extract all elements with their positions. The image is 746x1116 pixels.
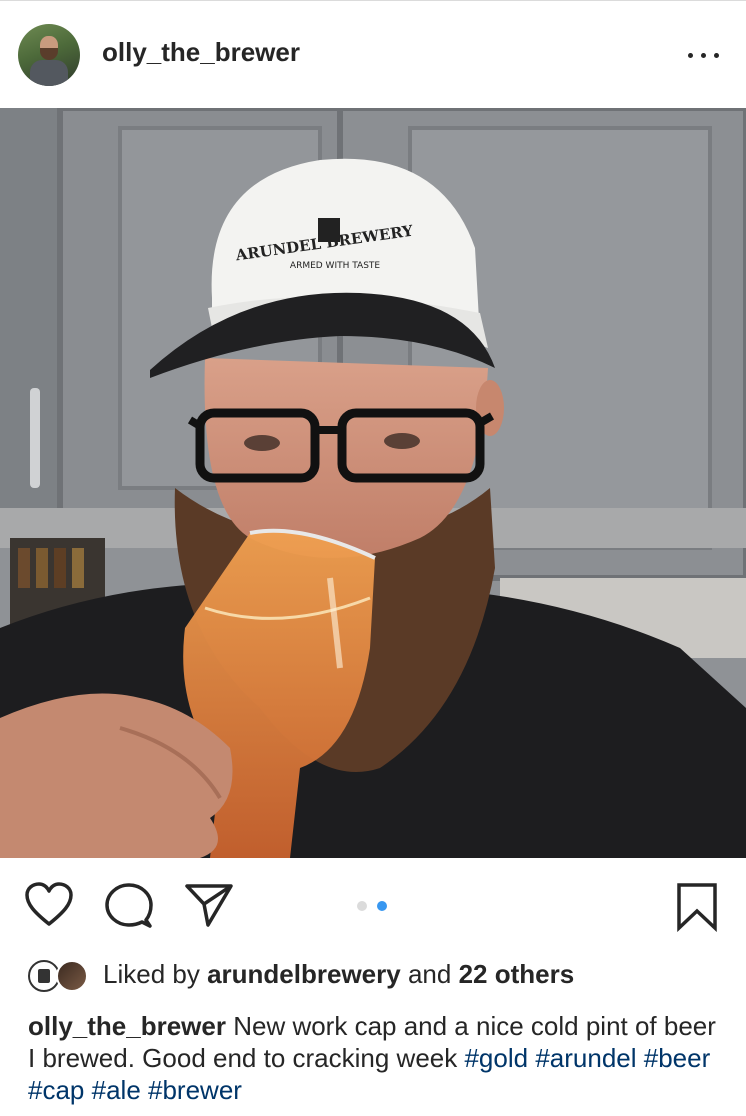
heart-icon[interactable] <box>24 882 74 928</box>
post-photo[interactable]: ARUNDEL BREWERY ARMED WITH TASTE <box>0 108 746 858</box>
caption-author[interactable]: olly_the_brewer <box>28 1011 226 1041</box>
likes-row: Liked by arundelbrewery and 22 others <box>28 958 728 996</box>
hashtag-ale[interactable]: #ale <box>92 1075 141 1105</box>
liker-username[interactable]: arundelbrewery <box>207 959 401 989</box>
post-header: olly_the_brewer <box>0 1 746 107</box>
likes-middle: and <box>407 959 452 989</box>
hashtag-brewer[interactable]: #brewer <box>148 1075 242 1105</box>
likes-summary: Liked by arundelbrewery and 22 others <box>103 959 574 990</box>
paper-plane-icon[interactable] <box>184 882 234 928</box>
likes-others[interactable]: 22 others <box>459 959 575 989</box>
likes-prefix: Liked by <box>103 959 200 989</box>
liker-avatar-2[interactable] <box>56 960 88 992</box>
hashtag-cap[interactable]: #cap <box>28 1075 84 1105</box>
more-options-icon[interactable] <box>684 35 724 75</box>
hashtag-gold[interactable]: #gold <box>464 1043 528 1073</box>
comment-icon[interactable] <box>104 882 154 930</box>
hashtag-arundel[interactable]: #arundel <box>535 1043 636 1073</box>
user-avatar[interactable] <box>18 24 80 86</box>
action-bar <box>0 858 746 958</box>
post-caption: olly_the_brewer New work cap and a nice … <box>28 1010 728 1106</box>
carousel-dot-1 <box>357 901 367 911</box>
bookmark-icon[interactable] <box>676 882 718 933</box>
post-username[interactable]: olly_the_brewer <box>102 37 300 68</box>
carousel-dot-2-active <box>377 901 387 911</box>
hashtag-beer[interactable]: #beer <box>644 1043 711 1073</box>
cap-text-bottom: ARMED WITH TASTE <box>290 261 380 271</box>
